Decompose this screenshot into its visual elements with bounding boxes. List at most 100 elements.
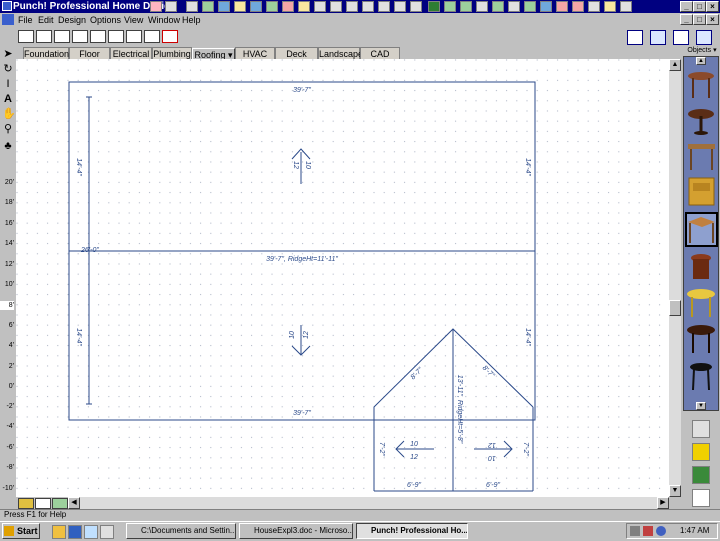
menu-options[interactable]: Options (90, 13, 121, 27)
toolbar-icon-18[interactable] (428, 1, 440, 12)
toolbar-icon-8[interactable] (266, 1, 278, 12)
toolbar-icon-7[interactable] (250, 1, 262, 12)
scroll-left-button[interactable]: ◀ (68, 497, 80, 509)
object-black-stool[interactable] (685, 358, 718, 393)
scroll-right-button[interactable]: ▶ (657, 497, 669, 509)
rotate-icon[interactable]: ↻ (2, 63, 14, 76)
close-button[interactable]: × (706, 1, 719, 12)
layer-icon-2[interactable] (35, 498, 51, 509)
roof-tool-1-icon[interactable] (18, 30, 34, 43)
toolbar-icon-4[interactable] (202, 1, 214, 12)
doc-restore-button[interactable]: □ (693, 14, 706, 25)
maximize-button[interactable]: □ (693, 1, 706, 12)
tab-foundation[interactable]: Foundation (23, 47, 69, 59)
text-tool-icon[interactable]: A (2, 93, 14, 106)
plant-icon[interactable] (692, 466, 710, 484)
toolbar-icon-17[interactable] (410, 1, 422, 12)
toolbar-icon-24[interactable] (524, 1, 536, 12)
roof-tool-4-icon[interactable] (72, 30, 88, 43)
tray-icon-2[interactable] (643, 526, 653, 536)
toolbar-icon-22[interactable] (492, 1, 504, 12)
calculator-icon[interactable] (692, 420, 710, 438)
toolbar-icon-9[interactable] (282, 1, 294, 12)
tab-landscape[interactable]: Landscape (318, 47, 363, 59)
dimension-icon[interactable]: I (2, 78, 14, 91)
object-dark-table[interactable] (685, 321, 718, 356)
toolbar-icon-25[interactable] (540, 1, 552, 12)
object-cabinet[interactable] (685, 174, 718, 209)
object-pedestal-table[interactable] (685, 102, 718, 137)
toolbar-icon-26[interactable] (556, 1, 568, 12)
tab-plumbing[interactable]: Plumbing (152, 47, 192, 59)
menu-window[interactable]: Window (148, 13, 180, 27)
view-layout-icon[interactable] (673, 30, 689, 45)
pan-hand-icon[interactable]: ✋ (2, 108, 16, 121)
zoom-icon[interactable]: ⚲ (2, 123, 14, 136)
home-icon[interactable] (52, 498, 68, 509)
object-nightstand[interactable] (685, 249, 718, 284)
task-word[interactable]: HouseExpl3.doc - Microso... (239, 523, 353, 539)
menu-view[interactable]: View (124, 13, 143, 27)
view-2d-icon[interactable] (627, 30, 643, 45)
menu-design[interactable]: Design (58, 13, 86, 27)
toolbar-icon-23[interactable] (508, 1, 520, 12)
object-gold-table[interactable] (685, 285, 718, 320)
pointer-icon[interactable] (692, 489, 710, 507)
layer-icon-1[interactable] (18, 498, 34, 509)
roof-tool-7-icon[interactable] (126, 30, 142, 43)
tab-deck[interactable]: Deck (275, 47, 318, 59)
toolbar-icon-2[interactable] (165, 1, 177, 12)
task-punch[interactable]: Punch! Professional Ho... (356, 523, 468, 539)
toolbar-icon-15[interactable] (378, 1, 390, 12)
tab-hvac[interactable]: HVAC (235, 47, 275, 59)
toolbar-icon-29[interactable] (604, 1, 616, 12)
toolbar-icon-13[interactable] (346, 1, 358, 12)
minimize-button[interactable]: _ (680, 1, 693, 12)
object-round-table[interactable] (685, 66, 718, 101)
object-square-table[interactable] (685, 212, 718, 247)
roof-tool-8-icon[interactable] (144, 30, 160, 43)
quicklaunch-ie-icon[interactable] (68, 525, 82, 539)
doc-close-button[interactable]: × (706, 14, 719, 25)
scroll-down-button[interactable]: ▼ (669, 485, 681, 497)
people-icon[interactable]: ♣ (2, 140, 14, 153)
roof-tool-5-icon[interactable] (90, 30, 106, 43)
volume-icon[interactable] (630, 526, 640, 536)
roof-tool-3-icon[interactable] (54, 30, 70, 43)
objects-scroll-up-button[interactable]: ▲ (696, 57, 706, 65)
toolbar-icon-16[interactable] (394, 1, 406, 12)
toolbar-icon-20[interactable] (460, 1, 472, 12)
toolbar-icon-27[interactable] (572, 1, 584, 12)
roof-tool-2-icon[interactable] (36, 30, 52, 43)
tray-icon-3[interactable] (656, 526, 666, 536)
doc-minimize-button[interactable]: _ (680, 14, 693, 25)
menu-edit[interactable]: Edit (38, 13, 54, 27)
menu-help[interactable]: Help (182, 13, 201, 27)
vertical-scroll-thumb[interactable] (669, 300, 681, 316)
quicklaunch-app-icon[interactable] (100, 525, 114, 539)
toolbar-icon-11[interactable] (314, 1, 326, 12)
menu-file[interactable]: File (18, 13, 33, 27)
toolbar-icon-21[interactable] (476, 1, 488, 12)
select-arrow-icon[interactable]: ➤ (2, 48, 14, 61)
task-explorer[interactable]: C:\Documents and Settin... (126, 523, 236, 539)
toolbar-icon-30[interactable] (620, 1, 632, 12)
toolbar-icon-6[interactable] (234, 1, 246, 12)
objects-scroll-down-button[interactable]: ▼ (696, 402, 706, 410)
quicklaunch-desktop-icon[interactable] (52, 525, 66, 539)
vertical-scrollbar[interactable] (669, 59, 681, 497)
toolbar-icon-12[interactable] (330, 1, 342, 12)
toolbar-icon-28[interactable] (588, 1, 600, 12)
quicklaunch-outlook-icon[interactable] (84, 525, 98, 539)
document-icon[interactable] (2, 14, 14, 25)
object-side-table[interactable] (685, 138, 718, 173)
tab-electrical[interactable]: Electrical (110, 47, 152, 59)
toolbar-icon-14[interactable] (362, 1, 374, 12)
drawing-canvas[interactable]: 39'-7" 39'-7", RidgeHt=11'-11" 39'-7" 26… (16, 59, 669, 497)
toolbar-icon-10[interactable] (298, 1, 310, 12)
view-3d-icon[interactable] (696, 30, 712, 45)
tab-floor[interactable]: Floor (69, 47, 110, 59)
toolbar-icon-3[interactable] (186, 1, 198, 12)
scroll-up-button[interactable]: ▲ (669, 59, 681, 71)
toolbar-icon-5[interactable] (218, 1, 230, 12)
